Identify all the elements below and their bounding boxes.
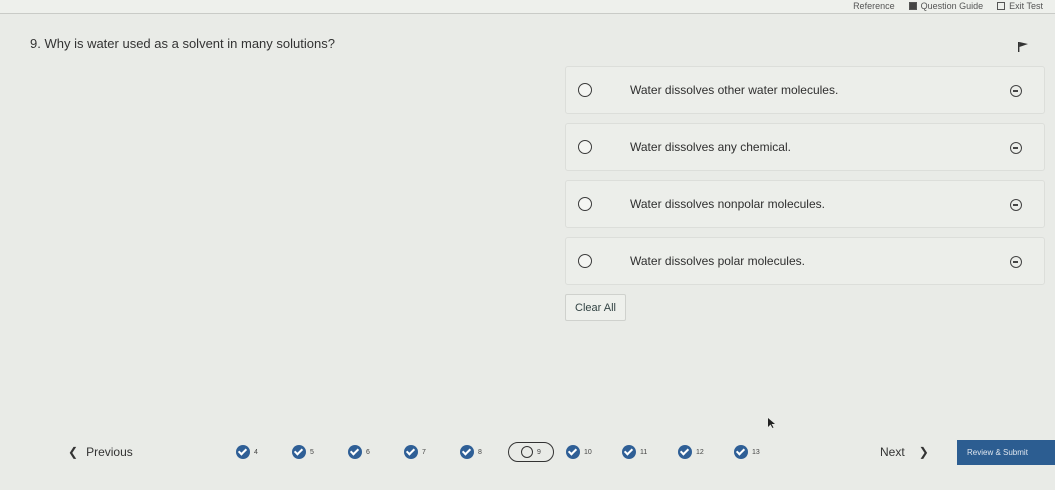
eliminate-icon[interactable] [1010,199,1022,211]
radio-button[interactable] [578,83,592,97]
choice-label: Water dissolves any chemical. [630,140,791,154]
nav-number: 12 [696,448,704,456]
nav-number: 9 [537,448,541,456]
radio-button[interactable] [578,140,592,154]
nav-question-6[interactable]: 6 [348,442,404,462]
answer-choice-b[interactable]: Water dissolves any chemical. [565,123,1045,171]
chevron-right-icon: ❯ [918,445,929,459]
exit-icon [997,2,1006,10]
radio-button[interactable] [578,197,592,211]
radio-button[interactable] [578,254,592,268]
check-icon [292,445,306,459]
eliminate-icon[interactable] [1010,256,1022,268]
nav-number: 13 [752,448,760,456]
bottom-nav: ❮ Previous 4 5 6 7 8 9 10 11 12 13 Next … [0,432,1055,472]
nav-number: 8 [478,448,482,456]
nav-number: 5 [310,448,314,456]
check-icon [566,445,580,459]
next-button[interactable]: Next ❯ [880,445,929,459]
check-icon [678,445,692,459]
check-icon [348,445,362,459]
nav-question-7[interactable]: 7 [404,442,460,462]
nav-number: 11 [640,448,648,456]
nav-question-10[interactable]: 10 [566,442,622,462]
nav-number: 6 [366,448,370,456]
check-icon [236,445,250,459]
top-bar: Reference Question Guide Exit Test [0,0,1055,14]
previous-button[interactable]: ❮ Previous [68,445,133,459]
answer-choice-c[interactable]: Water dissolves nonpolar molecules. [565,180,1045,228]
question-guide-label: Question Guide [920,1,984,11]
answer-choices: Water dissolves other water molecules. W… [565,66,1045,294]
check-icon [622,445,636,459]
guide-icon [908,2,917,10]
nav-question-4[interactable]: 4 [236,442,292,462]
next-label: Next [880,445,905,459]
nav-number: 7 [422,448,426,456]
exit-test-link[interactable]: Exit Test [997,1,1043,11]
nav-number: 4 [254,448,258,456]
answer-choice-a[interactable]: Water dissolves other water molecules. [565,66,1045,114]
answer-choice-d[interactable]: Water dissolves polar molecules. [565,237,1045,285]
nav-question-5[interactable]: 5 [292,442,348,462]
mouse-cursor-icon [768,418,775,428]
eliminate-icon[interactable] [1010,142,1022,154]
previous-label: Previous [86,445,133,459]
reference-label: Reference [853,1,895,11]
review-submit-button[interactable]: Review & Submit [957,440,1055,465]
top-links: Reference Question Guide Exit Test [853,0,1043,12]
check-icon [460,445,474,459]
question-navigator: 4 5 6 7 8 9 10 11 12 13 [236,442,790,462]
unanswered-circle-icon [521,446,534,458]
nav-number: 10 [584,448,592,456]
eliminate-icon[interactable] [1010,85,1022,97]
choice-label: Water dissolves nonpolar molecules. [630,197,825,211]
reference-link[interactable]: Reference [853,1,895,11]
clear-all-button[interactable]: Clear All [565,294,626,321]
question-text: 9. Why is water used as a solvent in man… [30,36,335,51]
nav-question-11[interactable]: 11 [622,442,678,462]
chevron-left-icon: ❮ [68,445,79,459]
nav-question-8[interactable]: 8 [460,442,508,462]
choice-label: Water dissolves other water molecules. [630,83,839,97]
flag-icon[interactable] [1018,42,1028,52]
choice-label: Water dissolves polar molecules. [630,254,805,268]
check-icon [734,445,748,459]
exit-label: Exit Test [1009,1,1043,11]
nav-question-9-current[interactable]: 9 [508,442,554,462]
nav-question-13[interactable]: 13 [734,442,790,462]
check-icon [404,445,418,459]
nav-question-12[interactable]: 12 [678,442,734,462]
question-guide-link[interactable]: Question Guide [908,1,984,11]
